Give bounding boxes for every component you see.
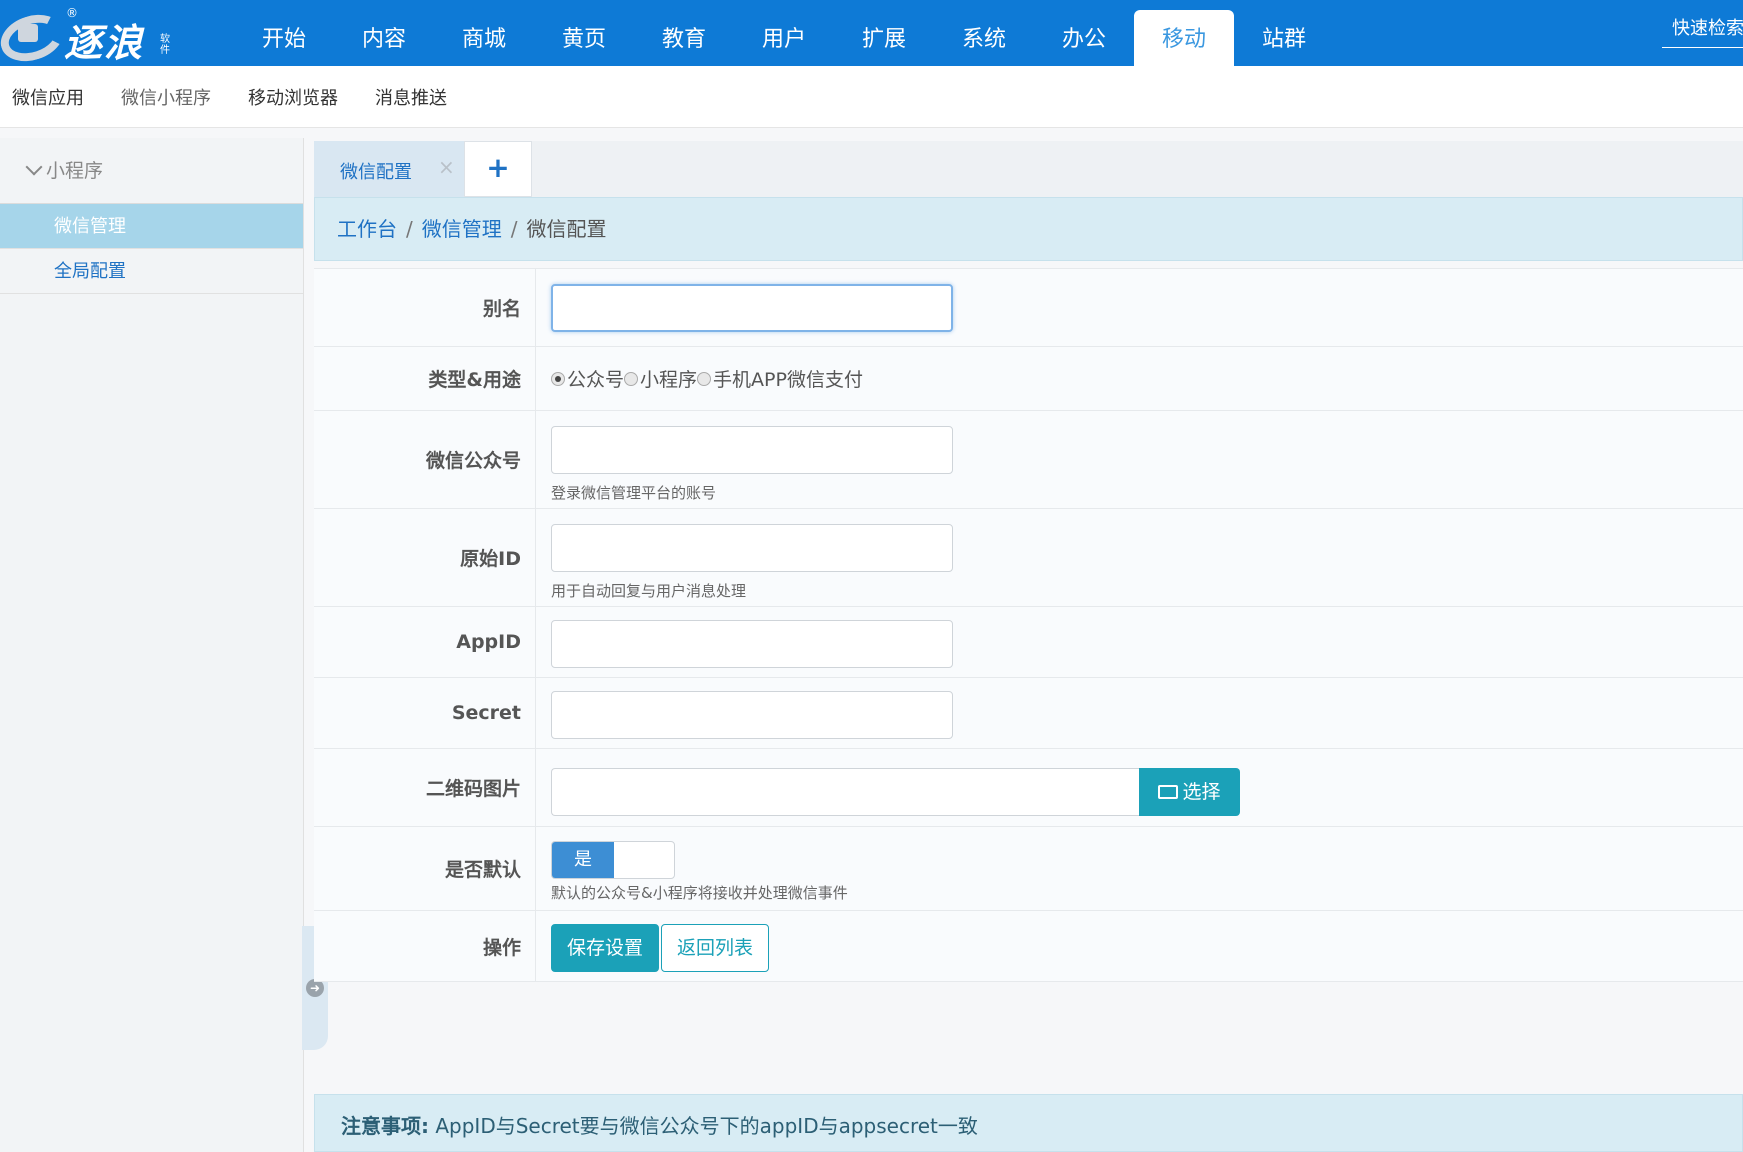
form-row-default: 是否默认 是 默认的公众号&小程序将接收并处理微信事件 [314, 827, 1743, 911]
default-toggle[interactable]: 是 [551, 841, 675, 879]
subnav-item-miniprogram[interactable]: 微信小程序 [121, 84, 211, 110]
logo-registered-mark: ® [66, 6, 78, 20]
topnav-item-office[interactable]: 办公 [1034, 10, 1134, 66]
tab-strip: 微信配置 × + [314, 141, 1743, 197]
radio-miniprogram-label[interactable]: 小程序 [640, 365, 697, 392]
qrcode-select-button[interactable]: 选择 [1139, 768, 1240, 816]
form-row-alias: 别名 [314, 269, 1743, 347]
breadcrumb-separator: / [406, 217, 413, 241]
notice-box: 注意事项: AppID与Secret要与微信公众号下的appID与appsecr… [314, 1094, 1743, 1152]
subnav-item-push[interactable]: 消息推送 [375, 84, 447, 110]
topnav-item-shop[interactable]: 商城 [434, 10, 534, 66]
wechat-config-form: 别名 类型&用途 公众号 小程序 手机APP微信支付 微信公众号 登录微信管理平… [314, 268, 1743, 982]
close-icon[interactable]: × [438, 155, 455, 179]
sidebar-group-label: 小程序 [46, 160, 104, 182]
logo-tagline: 软件 [160, 34, 170, 56]
topnav-item-users[interactable]: 用户 [734, 10, 834, 66]
folder-open-icon [1158, 785, 1179, 799]
secret-label: Secret [314, 678, 536, 748]
default-help: 默认的公众号&小程序将接收并处理微信事件 [551, 884, 848, 902]
topnav-item-mobile[interactable]: 移动 [1134, 10, 1234, 66]
breadcrumb-wechat-manage[interactable]: 微信管理 [422, 217, 502, 241]
sidebar: 小程序 微信管理 全局配置 [0, 138, 304, 1152]
form-row-wechat-account: 微信公众号 登录微信管理平台的账号 [314, 411, 1743, 509]
top-nav-menu: 开始 内容 商城 黄页 教育 用户 扩展 系统 办公 移动 站群 [234, 10, 1334, 66]
radio-app-pay-label[interactable]: 手机APP微信支付 [713, 365, 863, 392]
alias-input[interactable] [551, 284, 953, 332]
quick-search-input[interactable]: 快速检索 [1662, 14, 1743, 48]
logo[interactable]: 逐浪 ® 软件 [0, 4, 180, 69]
appid-label: AppID [314, 607, 536, 677]
back-to-list-button[interactable]: 返回列表 [661, 924, 770, 972]
qrcode-select-label: 选择 [1182, 781, 1221, 803]
save-settings-button[interactable]: 保存设置 [551, 924, 660, 972]
qrcode-path-input[interactable] [551, 768, 1139, 816]
breadcrumb-separator: / [510, 217, 518, 241]
topnav-item-start[interactable]: 开始 [234, 10, 334, 66]
topnav-item-content[interactable]: 内容 [334, 10, 434, 66]
toggle-on-label: 是 [552, 842, 614, 878]
sidebar-item-global-config[interactable]: 全局配置 [0, 249, 303, 294]
original-id-input[interactable] [551, 524, 953, 572]
topnav-item-yellowpages[interactable]: 黄页 [534, 10, 634, 66]
secret-input[interactable] [551, 691, 953, 739]
topnav-item-extensions[interactable]: 扩展 [834, 10, 934, 66]
alias-label: 别名 [314, 269, 536, 346]
radio-official-account-label[interactable]: 公众号 [567, 365, 624, 392]
qrcode-label: 二维码图片 [314, 749, 536, 826]
form-row-appid: AppID [314, 607, 1743, 678]
logo-mark-icon [18, 24, 38, 42]
top-navbar: 逐浪 ® 软件 开始 内容 商城 黄页 教育 用户 扩展 系统 办公 移动 站群… [0, 0, 1743, 69]
sidebar-group-miniprogram[interactable]: 小程序 [0, 138, 303, 204]
wechat-account-label: 微信公众号 [314, 411, 536, 508]
wechat-account-help: 登录微信管理平台的账号 [551, 484, 717, 502]
actions-label: 操作 [314, 911, 536, 981]
sub-navbar: 微信应用 微信小程序 移动浏览器 消息推送 [0, 66, 1743, 128]
tab-label: 微信配置 [340, 162, 412, 183]
original-id-label: 原始ID [314, 509, 536, 606]
logo-text: 逐浪 [64, 20, 145, 65]
subnav-item-mobile-browser[interactable]: 移动浏览器 [248, 84, 338, 110]
radio-miniprogram[interactable] [624, 371, 639, 386]
form-row-qrcode: 二维码图片 选择 [314, 749, 1743, 827]
default-label: 是否默认 [314, 827, 536, 910]
breadcrumb: 工作台 / 微信管理 / 微信配置 [314, 197, 1743, 261]
subnav-item-wechat-apps[interactable]: 微信应用 [12, 84, 84, 110]
form-row-type: 类型&用途 公众号 小程序 手机APP微信支付 [314, 347, 1743, 411]
original-id-help: 用于自动回复与用户消息处理 [551, 582, 747, 600]
topnav-item-education[interactable]: 教育 [634, 10, 734, 66]
topnav-item-system[interactable]: 系统 [934, 10, 1034, 66]
radio-app-pay[interactable] [697, 371, 712, 386]
notice-text: AppID与Secret要与微信公众号下的appID与appsecret一致 [429, 1114, 978, 1138]
notice-title: 注意事项: [341, 1114, 429, 1138]
radio-official-account[interactable] [551, 371, 565, 386]
wechat-account-input[interactable] [551, 426, 953, 474]
topnav-item-sitegroup[interactable]: 站群 [1234, 10, 1334, 66]
add-tab-button[interactable]: + [464, 141, 532, 197]
type-radio-group: 公众号 小程序 手机APP微信支付 [551, 365, 863, 392]
type-label: 类型&用途 [314, 347, 536, 410]
appid-input[interactable] [551, 620, 953, 668]
tab-wechat-config[interactable]: 微信配置 × [314, 141, 464, 197]
breadcrumb-workbench[interactable]: 工作台 [337, 217, 397, 241]
form-row-actions: 操作 保存设置 返回列表 [314, 911, 1743, 982]
form-row-secret: Secret [314, 678, 1743, 749]
chevron-down-icon [25, 158, 43, 176]
sidebar-item-wechat-manage[interactable]: 微信管理 [0, 204, 303, 249]
form-row-original-id: 原始ID 用于自动回复与用户消息处理 [314, 509, 1743, 607]
breadcrumb-current: 微信配置 [526, 217, 607, 241]
